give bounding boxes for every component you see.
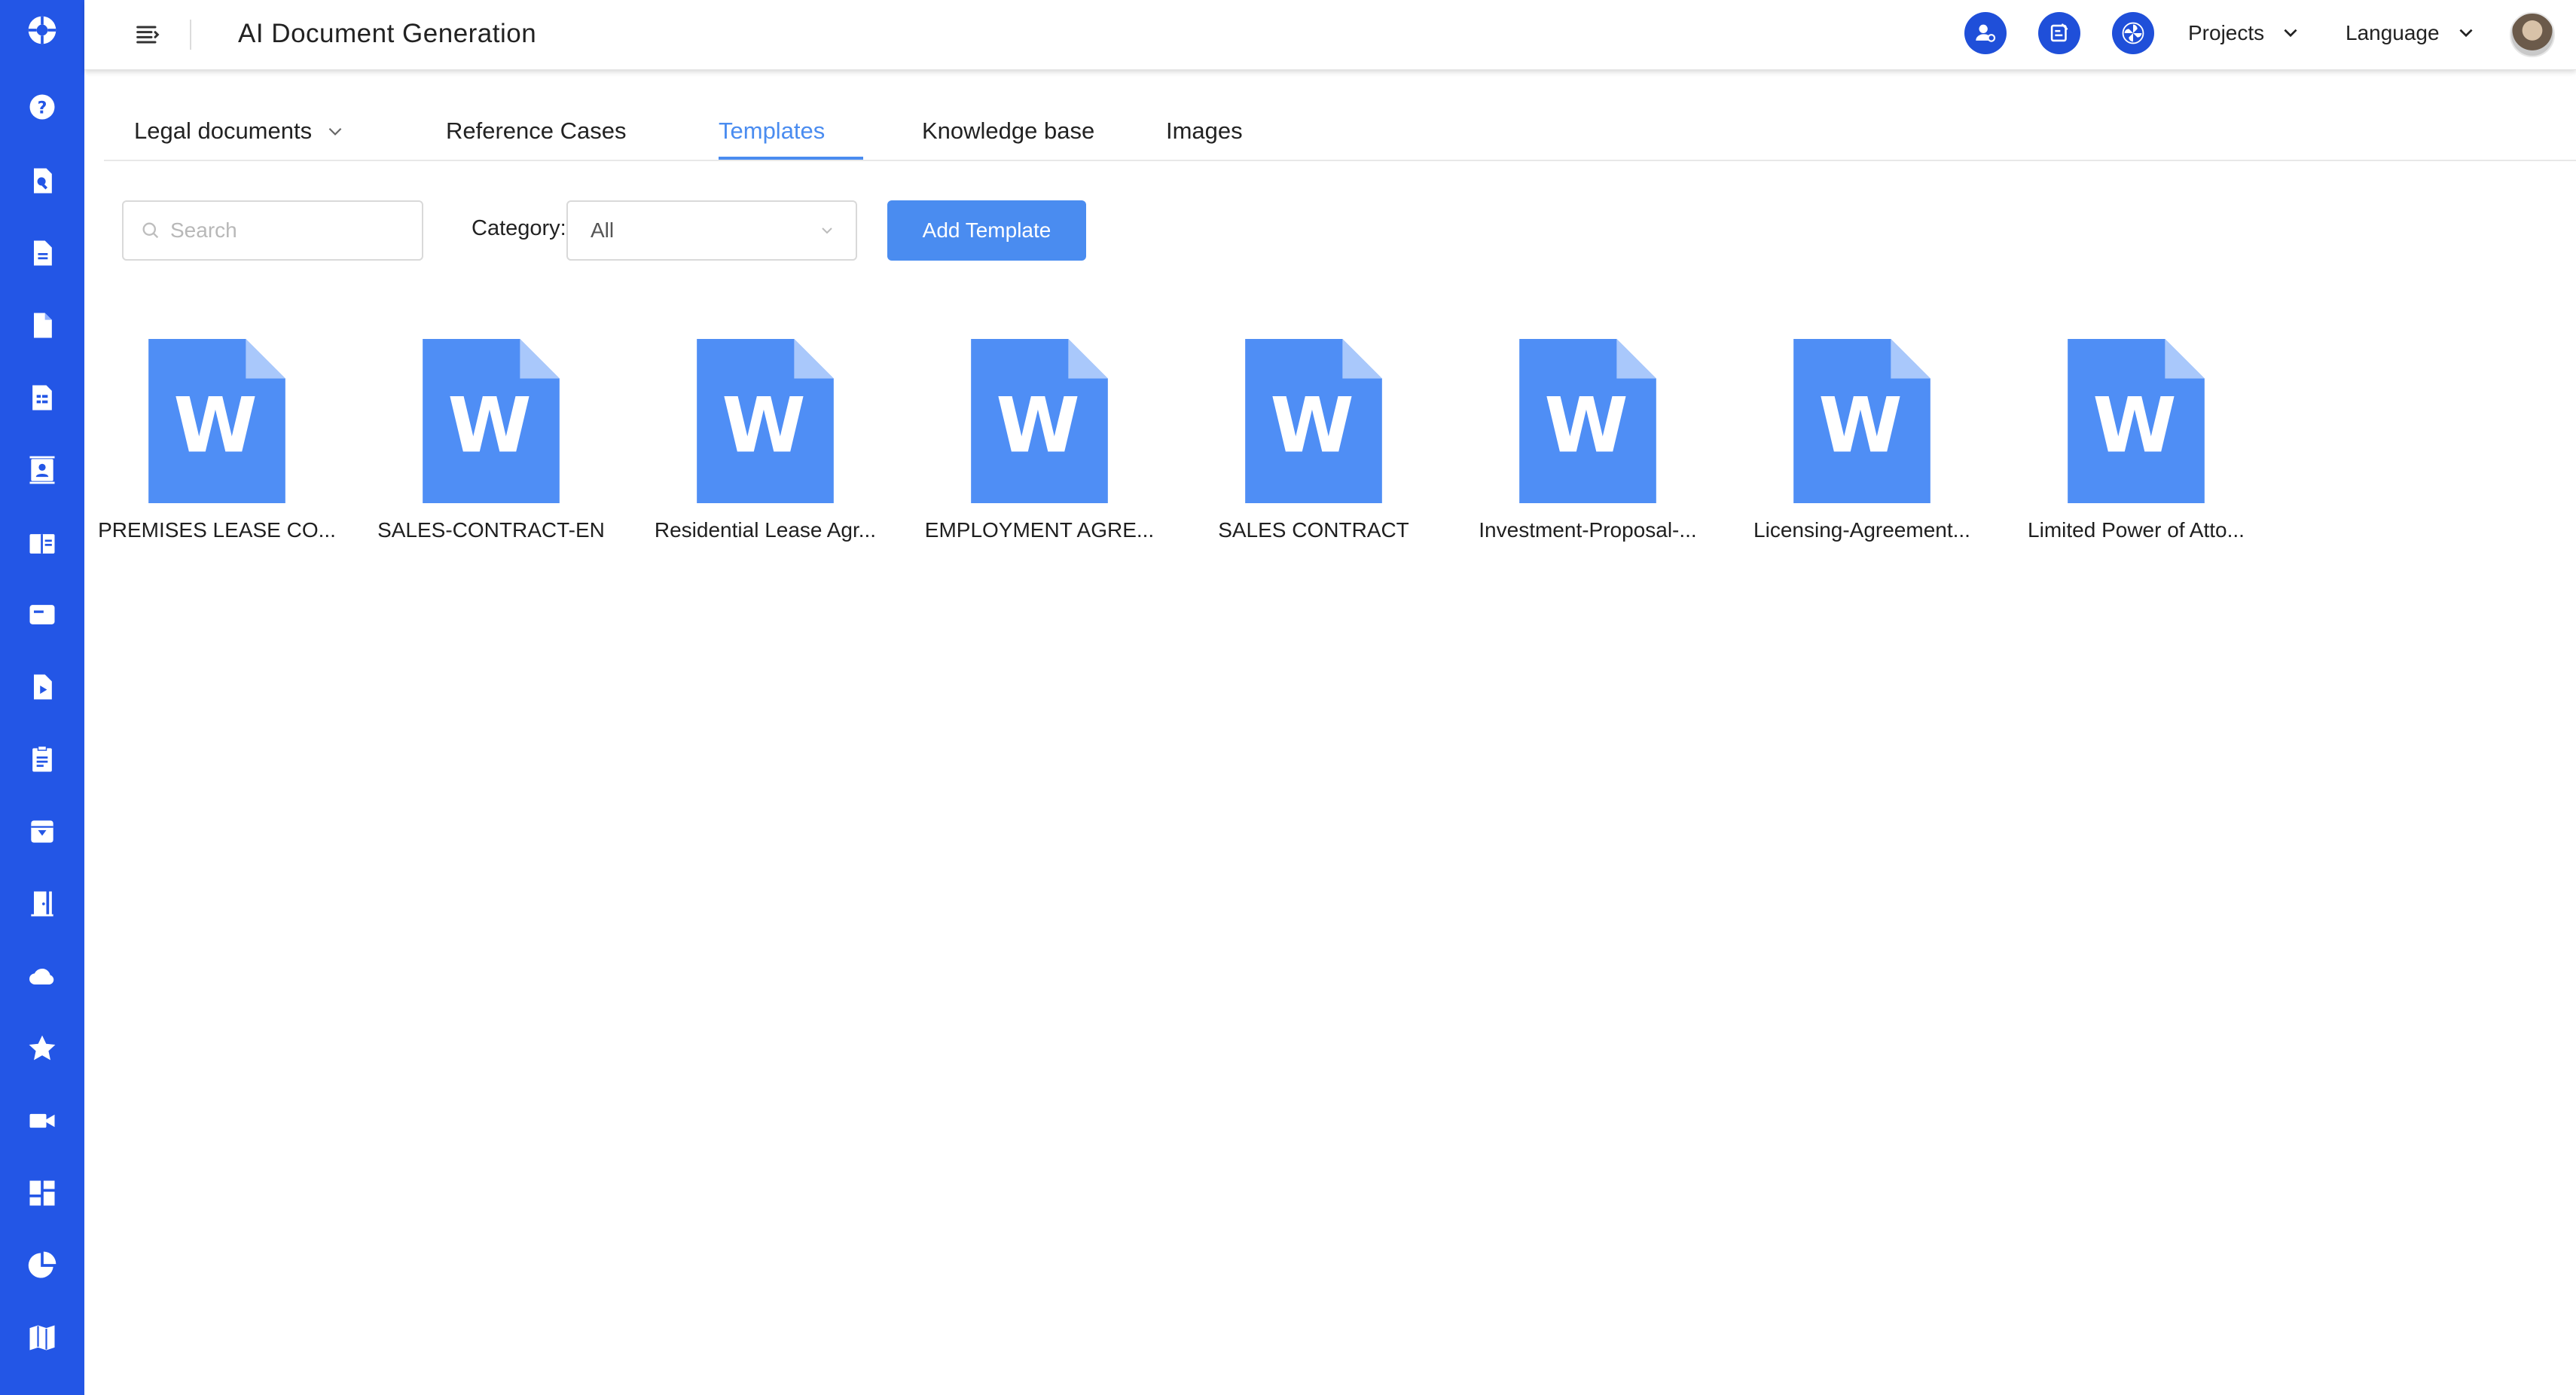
app-logo-icon[interactable] (24, 12, 60, 48)
word-document-icon: W (423, 339, 560, 503)
template-name: SALES CONTRACT (1218, 518, 1409, 542)
clipboard-icon[interactable] (24, 741, 60, 777)
svg-text:W: W (1270, 380, 1354, 469)
category-value: All (591, 218, 615, 242)
word-document-icon: W (1245, 339, 1382, 503)
tab-templates[interactable]: Templates (719, 116, 825, 146)
active-tab-indicator (719, 157, 863, 160)
search-box (122, 200, 423, 261)
word-document-icon: W (1793, 339, 1930, 503)
svg-text:W: W (996, 380, 1079, 469)
spreadsheet-icon[interactable] (24, 380, 60, 416)
app-title: AI Document Generation (238, 19, 537, 48)
template-item[interactable]: W Residential Lease Agr... (628, 339, 902, 542)
top-header: AI Document Generation Projects Language (84, 0, 2576, 70)
template-name: Licensing-Agreement... (1753, 518, 1970, 542)
svg-text:W: W (173, 380, 257, 469)
template-name: EMPLOYMENT AGRE... (924, 518, 1155, 542)
help-icon[interactable]: ? (24, 89, 60, 125)
header-divider (190, 20, 191, 50)
svg-text:W: W (447, 380, 531, 469)
video-file-icon[interactable] (24, 669, 60, 705)
template-item[interactable]: W SALES CONTRACT (1177, 339, 1451, 542)
chevron-down-icon (2284, 29, 2297, 38)
tab-knowledge-base[interactable]: Knowledge base (922, 116, 1094, 146)
document-icon[interactable] (24, 235, 60, 271)
tab-reference-cases[interactable]: Reference Cases (446, 116, 627, 146)
tab-label: Legal documents (134, 118, 313, 144)
svg-text:W: W (1818, 380, 1902, 469)
chevron-down-icon (2459, 29, 2473, 38)
notes-icon[interactable] (2038, 12, 2080, 54)
template-name: Investment-Proposal-... (1479, 518, 1697, 542)
word-document-icon: W (971, 339, 1108, 503)
user-settings-icon[interactable] (1964, 12, 2007, 54)
file-icon[interactable] (24, 307, 60, 343)
archive-icon[interactable] (24, 813, 60, 850)
template-item[interactable]: W PREMISES LEASE CO... (80, 339, 354, 542)
chevron-down-icon (822, 227, 832, 234)
chevron-down-icon (328, 127, 342, 136)
map-icon[interactable] (24, 1320, 60, 1356)
search-input[interactable] (170, 218, 411, 243)
tab-legal-documents[interactable]: Legal documents (134, 116, 345, 146)
pie-chart-icon[interactable] (24, 1247, 60, 1284)
category-select[interactable]: All (566, 200, 857, 261)
avatar[interactable] (2510, 12, 2555, 57)
template-item[interactable]: W Licensing-Agreement... (1725, 339, 1999, 542)
word-document-icon: W (148, 339, 285, 503)
add-template-button[interactable]: Add Template (887, 200, 1086, 261)
projects-label: Projects (2188, 21, 2265, 44)
word-document-icon: W (2068, 339, 2205, 503)
language-dropdown[interactable]: Language (2346, 18, 2476, 48)
template-name: SALES-CONTRACT-EN (377, 518, 605, 542)
projects-dropdown[interactable]: Projects (2188, 18, 2300, 48)
svg-text:W: W (722, 380, 805, 469)
cloud-icon[interactable] (24, 958, 60, 994)
template-name: Limited Power of Atto... (2028, 518, 2245, 542)
svg-text:W: W (1544, 380, 1628, 469)
dashboard-icon[interactable] (24, 1175, 60, 1211)
menu-toggle-icon[interactable] (130, 17, 166, 53)
category-label: Category: (472, 216, 566, 240)
card-icon[interactable] (24, 597, 60, 633)
search-icon (142, 222, 159, 239)
template-item[interactable]: W Limited Power of Atto... (1999, 339, 2273, 542)
contact-card-icon[interactable] (24, 452, 60, 488)
svg-text:W: W (2092, 380, 2176, 469)
language-label: Language (2346, 21, 2440, 44)
tab-images[interactable]: Images (1166, 116, 1243, 146)
content-tabs: Legal documents Reference Cases Template… (104, 108, 2576, 161)
template-item[interactable]: W Investment-Proposal-... (1451, 339, 1725, 542)
book-icon[interactable] (24, 526, 60, 562)
star-icon[interactable] (24, 1030, 60, 1067)
template-item[interactable]: W EMPLOYMENT AGRE... (902, 339, 1177, 542)
doc-search-icon[interactable] (24, 163, 60, 199)
template-item[interactable]: W SALES-CONTRACT-EN (354, 339, 628, 542)
door-icon[interactable] (24, 886, 60, 922)
sidebar: ? (0, 0, 84, 1395)
svg-text:?: ? (38, 99, 47, 118)
word-document-icon: W (697, 339, 834, 503)
word-document-icon: W (1519, 339, 1656, 503)
pinwheel-icon[interactable] (2112, 12, 2154, 54)
template-name: PREMISES LEASE CO... (98, 518, 336, 542)
template-name: Residential Lease Agr... (654, 518, 877, 542)
video-camera-icon[interactable] (24, 1103, 60, 1139)
